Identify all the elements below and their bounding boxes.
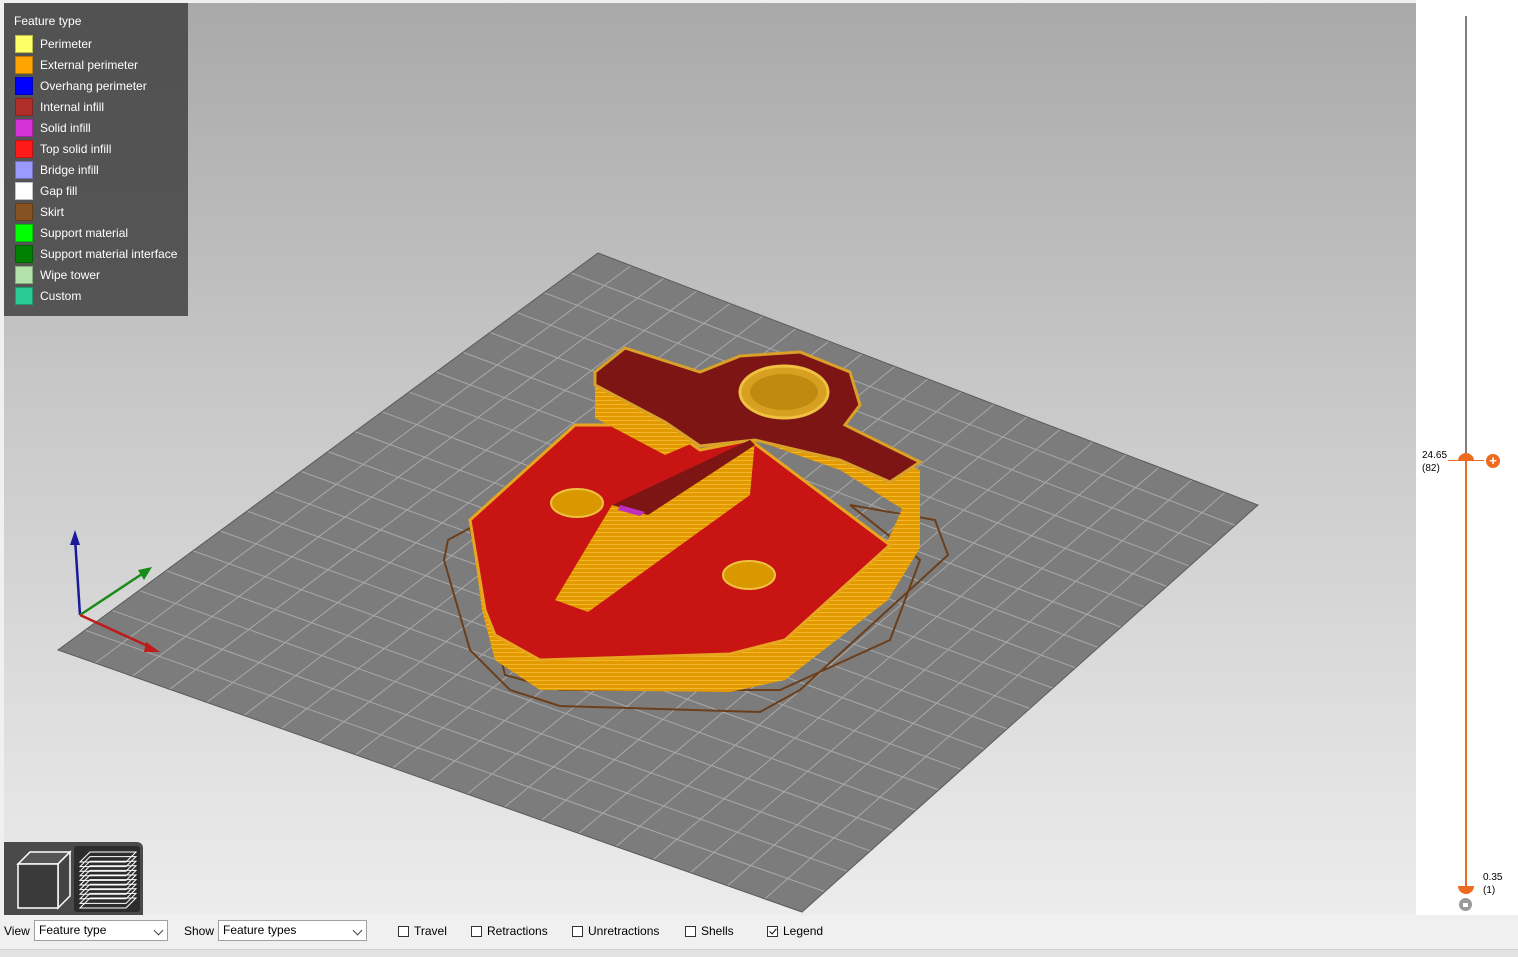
legend-item-label: Bridge infill <box>40 162 99 177</box>
travel-checkbox[interactable]: Travel <box>398 924 447 938</box>
legend-item: Overhang perimeter <box>15 75 177 96</box>
gcode-preview-scene[interactable] <box>4 3 1416 915</box>
view-combo-value: Feature type <box>39 923 107 937</box>
view-combo[interactable]: Feature type <box>34 920 168 941</box>
legend-title: Feature type <box>14 14 82 28</box>
travel-label: Travel <box>414 924 447 938</box>
legend-item: Bridge infill <box>15 159 177 180</box>
unretractions-checkbox[interactable]: Unretractions <box>572 924 659 938</box>
legend-swatch <box>15 55 33 74</box>
show-combo-value: Feature types <box>223 923 297 937</box>
checkbox-box <box>572 925 583 937</box>
lock-icon[interactable] <box>1459 898 1472 911</box>
legend-item: External perimeter <box>15 54 177 75</box>
legend-swatch <box>15 139 33 158</box>
legend-item: Gap fill <box>15 180 177 201</box>
feature-type-legend: Feature type Perimeter External perimeter… <box>4 3 188 316</box>
lower-layer-height: 0.35 <box>1483 872 1503 883</box>
3d-view-icon <box>16 850 72 910</box>
legend-item-label: External perimeter <box>40 57 139 72</box>
chevron-down-icon <box>153 925 164 936</box>
shells-checkbox[interactable]: Shells <box>685 924 734 938</box>
legend-swatch <box>15 118 33 137</box>
show-combo[interactable]: Feature types <box>218 920 367 941</box>
retractions-checkbox[interactable]: Retractions <box>471 924 548 938</box>
layer-slider-track[interactable] <box>1465 16 1467 458</box>
legend-swatch <box>15 97 33 116</box>
legend-item-label: Wipe tower <box>40 267 101 282</box>
legend-item-label: Support material <box>40 225 129 240</box>
legend-swatch <box>15 223 33 242</box>
legend-item: Support material <box>15 222 177 243</box>
hole-left <box>550 488 604 518</box>
preview-toolbar: View Feature type Show Feature types Tra… <box>0 915 1518 949</box>
legend-item-label: Custom <box>40 288 82 303</box>
retractions-label: Retractions <box>487 924 548 938</box>
legend-item-label: Internal infill <box>40 99 105 114</box>
legend-item-label: Top solid infill <box>40 141 112 156</box>
3d-viewport[interactable] <box>4 3 1416 915</box>
legend-item-label: Gap fill <box>40 183 78 198</box>
upper-layer-number: (82) <box>1422 463 1440 474</box>
3d-view-button[interactable] <box>8 846 72 912</box>
legend-item-label: Support material interface <box>40 246 178 261</box>
checkbox-box <box>767 925 778 937</box>
legend-item: Perimeter <box>15 33 177 54</box>
layers-view-button[interactable] <box>74 846 140 912</box>
legend-item: Solid infill <box>15 117 177 138</box>
legend-item-label: Perimeter <box>40 36 93 51</box>
legend-item: Wipe tower <box>15 264 177 285</box>
legend-swatch <box>15 76 33 95</box>
legend-swatch <box>15 286 33 305</box>
legend-item-label: Skirt <box>40 204 64 219</box>
show-label: Show <box>184 924 215 938</box>
view-label: View <box>4 924 30 938</box>
chevron-down-icon <box>352 925 363 936</box>
upper-layer-height: 24.65 <box>1422 450 1448 461</box>
legend-checkbox[interactable]: Legend <box>767 924 823 938</box>
legend-item: Custom <box>15 285 177 306</box>
legend-item-label: Overhang perimeter <box>40 78 147 93</box>
checkbox-box <box>685 925 696 937</box>
legend-item: Skirt <box>15 201 177 222</box>
view-mode-toolbar <box>4 842 143 915</box>
legend-swatch <box>15 160 33 179</box>
hole-right <box>722 560 776 590</box>
shells-label: Shells <box>701 924 734 938</box>
layers-view-icon <box>78 851 138 909</box>
legend-swatch <box>15 202 33 221</box>
legend-swatch <box>15 244 33 263</box>
layer-slider-range[interactable] <box>1465 460 1467 888</box>
checkbox-box <box>471 925 482 937</box>
legend-item: Internal infill <box>15 96 177 117</box>
legend-item: Top solid infill <box>15 138 177 159</box>
legend-swatch <box>15 34 33 53</box>
legend-item-label: Solid infill <box>40 120 91 135</box>
unretractions-label: Unretractions <box>588 924 660 938</box>
legend-label: Legend <box>783 924 824 938</box>
add-color-change-icon[interactable]: + <box>1486 454 1500 468</box>
checkbox-box <box>398 925 409 937</box>
legend-swatch <box>15 265 33 284</box>
legend-item: Support material interface <box>15 243 177 264</box>
legend-swatch <box>15 181 33 200</box>
lower-layer-number: (1) <box>1483 885 1496 896</box>
